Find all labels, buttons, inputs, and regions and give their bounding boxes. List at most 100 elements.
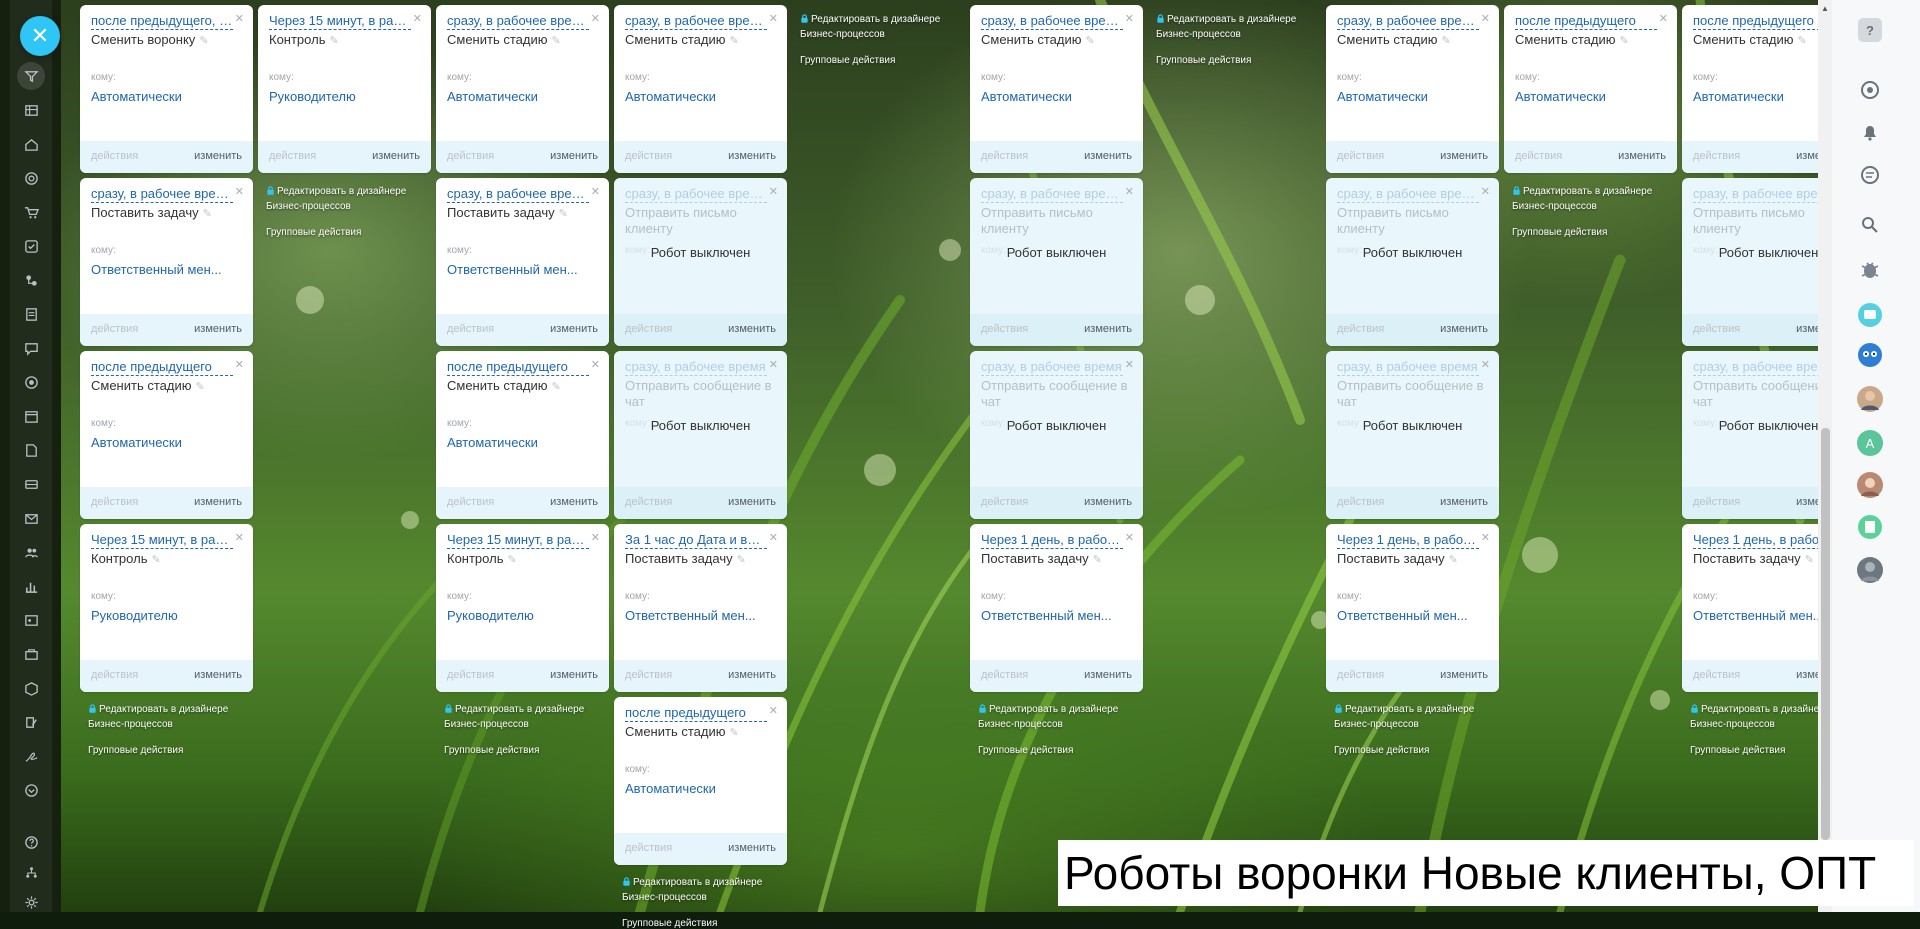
robot-change-button[interactable]: изменить: [728, 842, 776, 854]
robot-responsible-link[interactable]: Автоматически: [625, 781, 775, 796]
filter-icon[interactable]: [17, 62, 45, 90]
designer-link[interactable]: Редактировать в дизайнере Бизнес-процесс…: [444, 702, 619, 732]
robot-delay-link[interactable]: после предыдущего: [447, 359, 589, 376]
designer-link[interactable]: Редактировать в дизайнере Бизнес-процесс…: [800, 12, 975, 42]
robots-icon[interactable]: [21, 270, 41, 290]
designer-link[interactable]: Редактировать в дизайнере Бизнес-процесс…: [266, 184, 441, 214]
delete-robot-icon[interactable]: ✕: [235, 185, 244, 198]
edit-title-icon[interactable]: ✎: [559, 208, 568, 220]
robot-change-button[interactable]: изменить: [1440, 323, 1488, 335]
robot-delay-link[interactable]: после предыдущего: [1515, 13, 1657, 30]
delete-robot-icon[interactable]: ✕: [591, 358, 600, 371]
robot-responsible-link[interactable]: Автоматически: [91, 89, 241, 104]
edit-title-icon[interactable]: ✎: [151, 554, 160, 566]
edit-title-icon[interactable]: ✎: [203, 208, 212, 220]
robot-responsible-link[interactable]: Руководителю: [447, 608, 597, 623]
robot-delay-link[interactable]: сразу, в рабочее время: [625, 359, 767, 376]
delete-robot-icon[interactable]: ✕: [1481, 358, 1490, 371]
robot-responsible-link[interactable]: Ответственный мен...: [447, 262, 597, 277]
robot-delay-link[interactable]: Через 1 день, в рабоч...: [1337, 532, 1479, 549]
calendar-icon[interactable]: [21, 406, 41, 426]
shop-icon[interactable]: [21, 678, 41, 698]
edit-title-icon[interactable]: ✎: [551, 35, 560, 47]
search-icon[interactable]: [1855, 210, 1885, 240]
group-actions-link[interactable]: Групповые действия: [1156, 55, 1331, 66]
designer-link[interactable]: Редактировать в дизайнере Бизнес-процесс…: [88, 702, 263, 732]
robot-delay-link[interactable]: после предыдущего, п...: [91, 13, 233, 30]
robot-change-button[interactable]: изменить: [728, 323, 776, 335]
edit-title-icon[interactable]: ✎: [1449, 554, 1458, 566]
robot-card[interactable]: сразу, в рабочее врем...✕ Отправить письм…: [614, 178, 787, 346]
robot-card[interactable]: сразу, в рабочее врем... ✕ Поставить задач…: [80, 178, 253, 346]
close-slider-button[interactable]: ✕: [20, 16, 60, 56]
robot-change-button[interactable]: изменить: [1084, 150, 1132, 162]
delete-robot-icon[interactable]: ✕: [1481, 531, 1490, 544]
robot-change-button[interactable]: изменить: [1440, 669, 1488, 681]
robot-responsible-link[interactable]: Автоматически: [625, 89, 775, 104]
robot-responsible-link[interactable]: Ответственный мен...: [981, 608, 1131, 623]
delete-robot-icon[interactable]: ✕: [591, 185, 600, 198]
robot-delay-link[interactable]: сразу, в рабочее врем...: [981, 186, 1123, 203]
group-actions-link[interactable]: Групповые действия: [1334, 745, 1509, 756]
robot-delay-link[interactable]: сразу, в рабочее время: [1337, 359, 1479, 376]
cart-icon[interactable]: [21, 202, 41, 222]
group-actions-link[interactable]: Групповые действия: [88, 745, 263, 756]
robot-change-button[interactable]: изменить: [1440, 496, 1488, 508]
edit-title-icon[interactable]: ✎: [551, 381, 560, 393]
robot-delay-link[interactable]: Через 15 минут, в раб...: [91, 532, 233, 549]
robot-delay-link[interactable]: сразу, в рабочее врем...: [625, 186, 767, 203]
target-icon[interactable]: [21, 168, 41, 188]
robot-responsible-link[interactable]: Автоматически: [447, 89, 597, 104]
delete-robot-icon[interactable]: ✕: [769, 12, 778, 25]
robot-change-button[interactable]: изменить: [372, 150, 420, 162]
group-actions-link[interactable]: Групповые действия: [266, 227, 441, 238]
robot-delay-link[interactable]: сразу, в рабочее врем...: [91, 186, 233, 203]
group-actions-link[interactable]: Групповые действия: [444, 745, 619, 756]
robot-delay-link[interactable]: сразу, в рабочее врем...: [447, 186, 589, 203]
contacts-icon[interactable]: [21, 542, 41, 562]
edit-title-icon[interactable]: ✎: [1619, 35, 1628, 47]
edit-title-icon[interactable]: ✎: [1093, 554, 1102, 566]
delete-robot-icon[interactable]: ✕: [769, 358, 778, 371]
robot-card[interactable]: сразу, в рабочее время✕ Отправить сообщен…: [1326, 351, 1499, 519]
analytics-icon[interactable]: [21, 576, 41, 596]
robot-delay-link[interactable]: после предыдущего: [91, 359, 233, 376]
chat-icon[interactable]: [21, 338, 41, 358]
robot-change-button[interactable]: изменить: [1084, 323, 1132, 335]
document-icon[interactable]: [21, 304, 41, 324]
robot-change-button[interactable]: изменить: [550, 669, 598, 681]
designer-link[interactable]: Редактировать в дизайнере Бизнес-процесс…: [1156, 12, 1331, 42]
robot-change-button[interactable]: изменить: [550, 323, 598, 335]
robot-card[interactable]: после предыдущего✕ Сменить стадию✎ кому: Ав…: [436, 351, 609, 519]
robot-responsible-link[interactable]: Ответственный мен...: [625, 608, 775, 623]
delete-robot-icon[interactable]: ✕: [769, 704, 778, 717]
delete-robot-icon[interactable]: ✕: [1125, 185, 1134, 198]
edit-title-icon[interactable]: ✎: [1805, 554, 1814, 566]
delete-robot-icon[interactable]: ✕: [1481, 12, 1490, 25]
robot-card[interactable]: после предыдущего✕ Сменить стадию✎ кому: Ав…: [80, 351, 253, 519]
sign-icon[interactable]: [21, 746, 41, 766]
scroll-up-arrow-icon[interactable]: ▲: [1820, 4, 1830, 14]
robot-card[interactable]: после предыдущего✕ Сменить стадию✎ кому: Ав…: [1504, 5, 1677, 173]
avatar-woman[interactable]: [1855, 470, 1885, 500]
robot-delay-link[interactable]: Через 1 день, в рабоч...: [1693, 532, 1835, 549]
delete-robot-icon[interactable]: ✕: [235, 358, 244, 371]
contact-center-icon[interactable]: [21, 610, 41, 630]
robot-responsible-link[interactable]: Автоматически: [1515, 89, 1665, 104]
lifebuoy-icon[interactable]: [21, 372, 41, 392]
robot-change-button[interactable]: изменить: [194, 669, 242, 681]
robot-card[interactable]: Через 15 минут, в раб... ✕ Контроль ✎ кому: Р…: [80, 524, 253, 692]
designer-link[interactable]: Редактировать в дизайнере Бизнес-процесс…: [622, 875, 797, 905]
robot-change-button[interactable]: изменить: [1440, 150, 1488, 162]
robot-card[interactable]: сразу, в рабочее врем... ✕ Поставить задач…: [436, 178, 609, 346]
robot-delay-link[interactable]: сразу, в рабочее врем...: [1337, 186, 1479, 203]
robot-card[interactable]: сразу, в рабочее врем...✕ Отправить письм…: [970, 178, 1143, 346]
robot-delay-link[interactable]: после предыдущего: [625, 705, 767, 722]
robot-delay-link[interactable]: За 1 час до Дата и вре...: [625, 532, 767, 549]
robot-change-button[interactable]: изменить: [194, 150, 242, 162]
robot-card[interactable]: сразу, в рабочее врем...✕ Отправить письм…: [1326, 178, 1499, 346]
owl-icon[interactable]: [1855, 340, 1885, 370]
delete-robot-icon[interactable]: ✕: [1481, 185, 1490, 198]
notes-icon[interactable]: [1855, 512, 1885, 542]
edit-title-icon[interactable]: ✎: [737, 554, 746, 566]
